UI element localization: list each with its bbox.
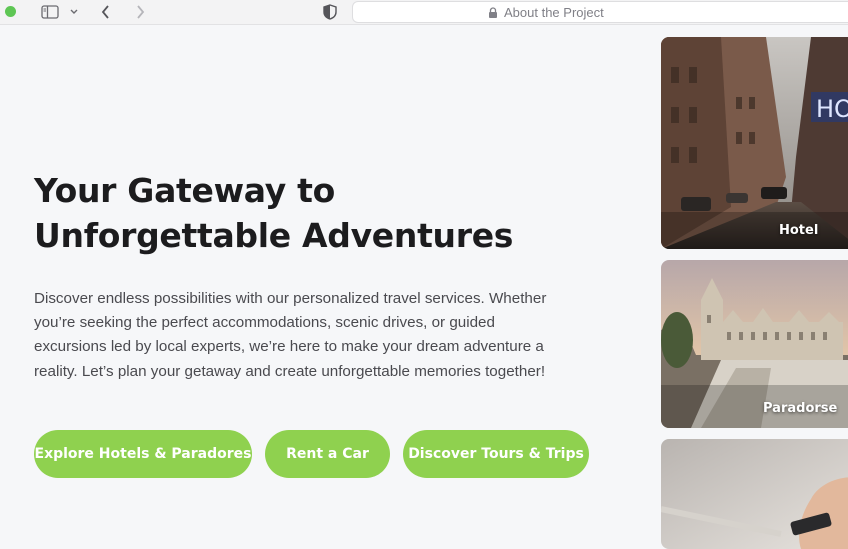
lock-icon bbox=[488, 6, 498, 24]
shield-icon[interactable] bbox=[321, 2, 339, 22]
hotel-card-label: Hotel bbox=[779, 223, 819, 238]
hotel-card[interactable]: HO Hotel bbox=[661, 37, 848, 249]
chevron-right-icon bbox=[137, 5, 145, 19]
hero-title: Your Gateway to Unforgettable Adventures bbox=[34, 171, 514, 255]
explore-hotels-button[interactable]: Explore Hotels & Paradores bbox=[34, 430, 252, 478]
forward-button[interactable] bbox=[131, 2, 149, 22]
chevron-down-icon[interactable] bbox=[67, 2, 81, 22]
browser-toolbar: About the Project bbox=[0, 0, 848, 25]
back-button[interactable] bbox=[97, 2, 115, 22]
rent-a-car-button[interactable]: Rent a Car bbox=[265, 430, 390, 478]
address-bar[interactable]: About the Project bbox=[352, 1, 848, 23]
discover-tours-button[interactable]: Discover Tours & Trips bbox=[403, 430, 589, 478]
sidebar-toggle-icon[interactable] bbox=[40, 2, 60, 22]
parador-card[interactable]: Paradorse bbox=[661, 260, 848, 428]
hero-description: Discover endless possibilities with our … bbox=[34, 290, 547, 380]
chevron-left-icon bbox=[101, 5, 109, 19]
hotel-street-image: HO bbox=[661, 37, 848, 249]
window-zoom-button[interactable] bbox=[5, 6, 16, 17]
hand-phone-image bbox=[661, 439, 848, 549]
tours-card[interactable] bbox=[661, 439, 848, 549]
parador-card-label: Paradorse bbox=[763, 401, 838, 416]
address-text: About the Project bbox=[504, 5, 604, 20]
svg-text:HO: HO bbox=[816, 95, 848, 123]
